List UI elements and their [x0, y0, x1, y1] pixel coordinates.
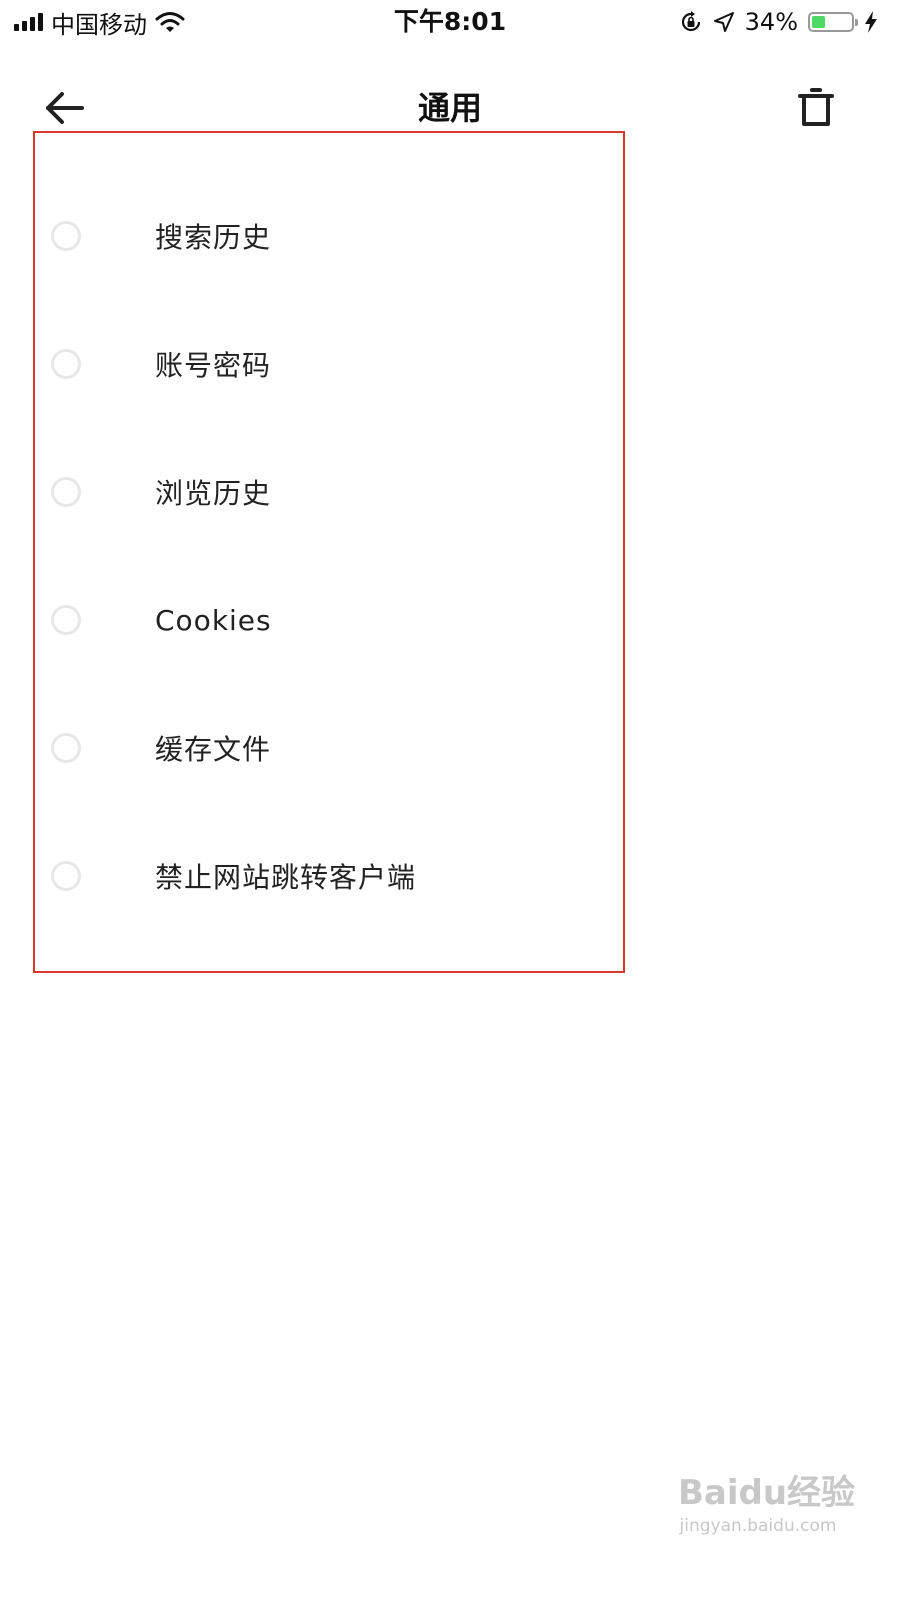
watermark-url: jingyan.baidu.com [679, 1516, 837, 1536]
clear-data-button[interactable] [792, 84, 840, 132]
option-label: 缓存文件 [155, 733, 272, 766]
radio-button[interactable] [51, 733, 81, 763]
option-label: 浏览历史 [155, 477, 272, 510]
option-block-app-redirect[interactable]: 禁止网站跳转客户端 [35, 831, 623, 921]
status-right: 34% [679, 6, 878, 38]
option-label: 禁止网站跳转客户端 [155, 861, 417, 894]
option-search-history[interactable]: 搜索历史 [35, 191, 623, 281]
radio-button[interactable] [51, 477, 81, 507]
battery-level-fill [812, 16, 825, 28]
status-bar: 中国移动 下午8:01 34% [0, 0, 900, 44]
radio-button[interactable] [51, 349, 81, 379]
option-label: 搜索历史 [155, 221, 272, 254]
option-account-passwords[interactable]: 账号密码 [35, 319, 623, 409]
watermark-logo: Baidu经验 [678, 1473, 856, 1513]
option-browsing-history[interactable]: 浏览历史 [35, 447, 623, 537]
option-label: 账号密码 [155, 349, 272, 382]
clear-options-list: 搜索历史 账号密码 浏览历史 Cookies 缓存文件 禁止网站跳转客户端 [33, 131, 625, 973]
radio-button[interactable] [51, 605, 81, 635]
option-cache-files[interactable]: 缓存文件 [35, 703, 623, 793]
option-cookies[interactable]: Cookies [35, 575, 623, 665]
charging-bolt-icon [865, 11, 877, 33]
location-arrow-icon [713, 12, 734, 32]
battery-icon [808, 12, 858, 32]
option-label: Cookies [155, 603, 272, 637]
trash-icon [798, 88, 834, 126]
radio-button[interactable] [51, 861, 81, 891]
baidu-jingyan-watermark: Baidu经验 jingyan.baidu.com [678, 1472, 856, 1538]
radio-button[interactable] [51, 221, 81, 251]
page-title: 通用 [417, 89, 482, 127]
battery-percent: 34% [744, 8, 798, 36]
orientation-lock-icon [681, 11, 700, 32]
